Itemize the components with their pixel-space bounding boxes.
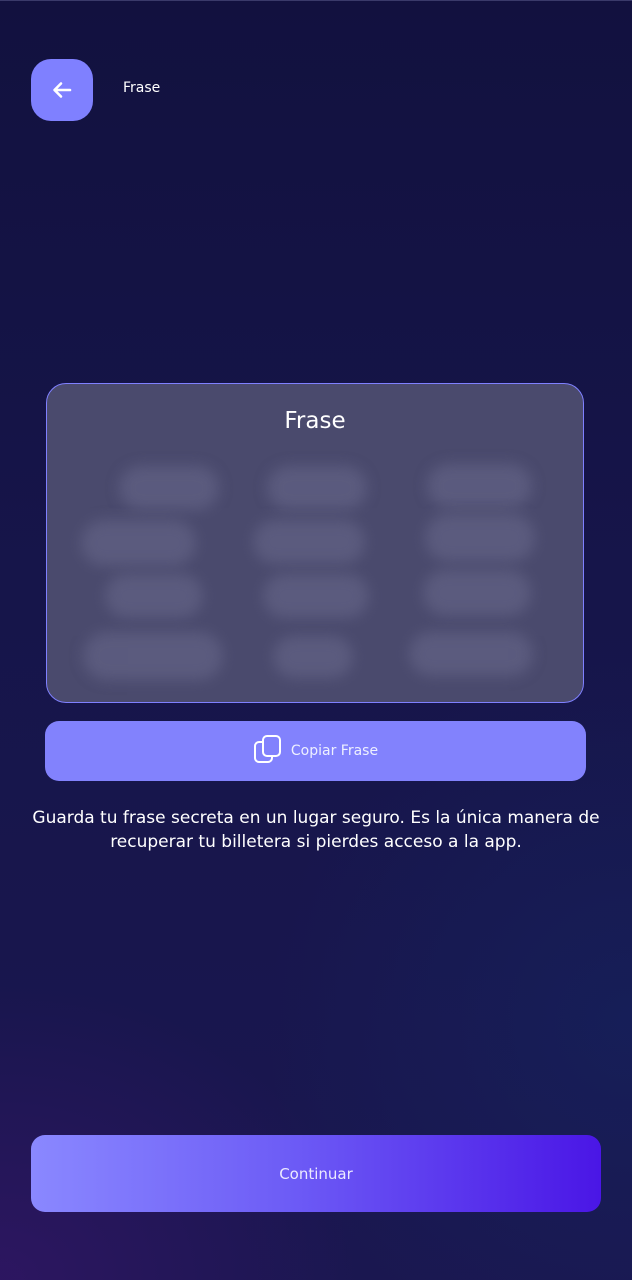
continue-button[interactable]: Continuar <box>31 1135 601 1212</box>
back-button[interactable] <box>31 59 93 121</box>
copy-phrase-label: Copiar Frase <box>290 743 379 759</box>
card-title: Frase <box>284 408 346 434</box>
copy-phrase-button[interactable]: Copiar Frase <box>45 721 586 781</box>
arrow-left-icon <box>51 79 73 101</box>
seed-phrase-card: Frase <box>46 383 584 703</box>
info-text: Guarda tu frase secreta en un lugar segu… <box>32 808 600 852</box>
status-divider <box>0 0 632 1</box>
copy-icon <box>253 734 283 768</box>
continue-label: Continuar <box>279 1164 353 1183</box>
page-title: Frase <box>123 80 161 96</box>
